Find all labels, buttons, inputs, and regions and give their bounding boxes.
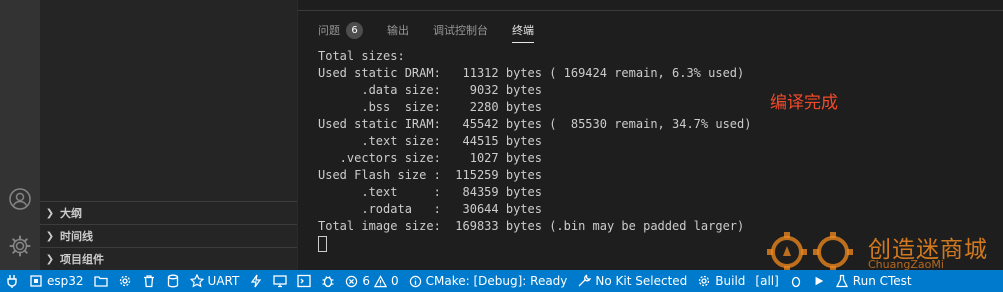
kit-select-button[interactable]: No Kit Selected	[572, 270, 692, 292]
tab-label: 调试控制台	[433, 24, 488, 37]
monitor-icon	[273, 275, 287, 288]
error-icon	[346, 275, 358, 287]
run-ctest-button[interactable]: Run CTest	[830, 270, 917, 292]
sidebar: ❯ 大纲 ❯ 时间线 ❯ 项目组件	[40, 0, 297, 270]
panel-tabs: 问题 6 输出 调试控制台 终端	[318, 20, 534, 43]
flash-db-button[interactable]	[161, 270, 185, 292]
terminal-output[interactable]: Total sizes: Used static DRAM: 11312 byte…	[318, 48, 751, 252]
warning-count: 0	[390, 274, 399, 288]
remote-plug-button[interactable]	[0, 270, 24, 292]
gear-icon	[699, 275, 710, 287]
build-target-label: [all]	[755, 274, 779, 288]
clean-button[interactable]	[137, 270, 161, 292]
plug-icon	[7, 275, 17, 288]
uart-button[interactable]: UART	[185, 270, 245, 292]
sidebar-section-label: 项目组件	[60, 253, 104, 266]
tab-output[interactable]: 输出	[387, 20, 409, 40]
uart-label: UART	[207, 274, 240, 288]
sidebar-section-label: 时间线	[60, 230, 93, 243]
play-icon	[815, 276, 824, 286]
sidebar-sections: ❯ 大纲 ❯ 时间线 ❯ 项目组件	[40, 201, 297, 270]
terminal-icon	[297, 274, 311, 288]
lightning-icon	[251, 274, 262, 288]
terminal-line: .data size: 9032 bytes	[318, 83, 542, 97]
tab-label: 问题	[318, 24, 340, 37]
folder-icon	[93, 276, 108, 287]
chip-icon	[30, 275, 42, 287]
terminal-line: Total sizes:	[318, 49, 405, 63]
problems-indicator[interactable]: 6 0	[340, 270, 403, 292]
terminal-line: .text size: 44515 bytes	[318, 134, 542, 148]
bug-icon	[322, 276, 334, 288]
cmake-status-label: CMake: [Debug]: Ready	[425, 274, 568, 288]
terminal-button[interactable]	[292, 270, 316, 292]
terminal-line: .bss size: 2280 bytes	[318, 100, 542, 114]
error-count: 6	[362, 274, 370, 288]
sidebar-section-label: 大纲	[60, 207, 82, 220]
tab-label: 终端	[512, 24, 534, 37]
terminal-cursor-line	[318, 235, 751, 252]
chevron-right-icon: ❯	[45, 207, 55, 219]
gear-icon[interactable]	[4, 230, 36, 262]
star-icon	[189, 274, 204, 288]
panel-divider	[298, 10, 1003, 11]
flash-button[interactable]	[244, 270, 268, 292]
chevron-right-icon: ❯	[45, 253, 55, 265]
run-ctest-label: Run CTest	[852, 274, 912, 288]
tab-terminal[interactable]: 终端	[512, 20, 534, 43]
settings-button[interactable]	[113, 270, 137, 292]
database-icon	[167, 274, 178, 288]
kit-label: No Kit Selected	[595, 274, 688, 288]
tab-problems[interactable]: 问题 6	[318, 20, 363, 40]
target-label: esp32	[47, 274, 84, 288]
info-icon	[409, 275, 421, 287]
cmake-status-button[interactable]: CMake: [Debug]: Ready	[404, 270, 573, 292]
launch-button[interactable]	[808, 270, 830, 292]
build-target-button[interactable]: [all]	[750, 270, 783, 292]
beaker-icon	[835, 274, 848, 288]
terminal-line: .rodata : 30644 bytes	[318, 202, 542, 216]
terminal-line: Used Flash size : 115259 bytes	[318, 168, 542, 182]
terminal-line: Used static IRAM: 45542 bytes ( 85530 re…	[318, 117, 752, 131]
build-button[interactable]: Build	[692, 270, 750, 292]
tab-label: 输出	[387, 24, 409, 37]
debug-run-button[interactable]	[784, 270, 808, 292]
problems-count-badge: 6	[346, 21, 363, 39]
trash-icon	[143, 275, 154, 288]
build-label: Build	[715, 274, 746, 288]
sidebar-section-timeline[interactable]: ❯ 时间线	[40, 224, 297, 247]
status-bar: esp32 UART 6 0 CMake: [Debug]: Ready No …	[0, 270, 1003, 292]
terminal-line: .text : 84359 bytes	[318, 185, 542, 199]
activity-bar	[0, 0, 40, 270]
gear-icon	[119, 275, 130, 287]
bug-icon	[791, 276, 800, 288]
build-complete-annotation: 编译完成	[770, 93, 838, 113]
terminal-line: .vectors size: 1027 bytes	[318, 151, 542, 165]
warning-icon	[373, 274, 387, 287]
sidebar-section-project-components[interactable]: ❯ 项目组件	[40, 247, 297, 270]
terminal-line: Used static DRAM: 11312 bytes ( 169424 r…	[318, 66, 745, 80]
target-select-button[interactable]: esp32	[24, 270, 89, 292]
sidebar-section-outline[interactable]: ❯ 大纲	[40, 201, 297, 224]
terminal-cursor	[318, 235, 327, 252]
debug-button[interactable]	[316, 270, 340, 292]
tools-icon	[578, 274, 592, 287]
folder-button[interactable]	[89, 270, 113, 292]
tab-debug-console[interactable]: 调试控制台	[433, 20, 488, 40]
account-icon[interactable]	[4, 183, 36, 215]
chevron-right-icon: ❯	[45, 230, 55, 242]
terminal-line: Total image size: 169833 bytes (.bin may…	[318, 219, 745, 233]
monitor-button[interactable]	[268, 270, 292, 292]
